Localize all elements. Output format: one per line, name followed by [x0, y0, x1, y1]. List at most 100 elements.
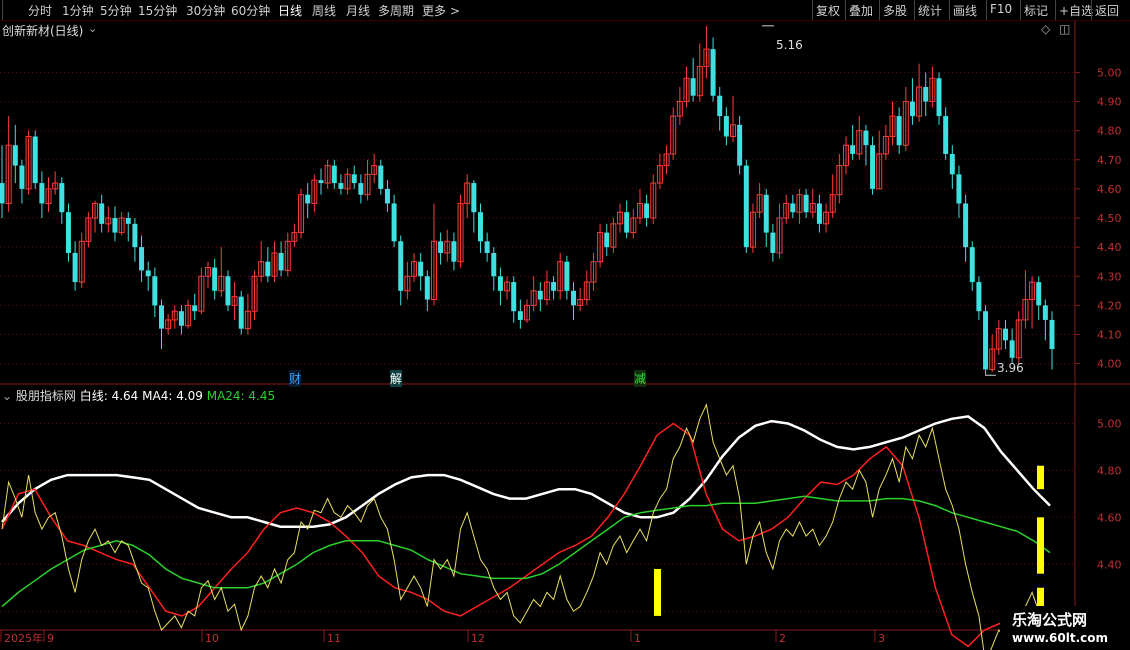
- close-price-line: [1, 403, 1053, 650]
- candle-body: [192, 305, 198, 312]
- indicator-tick-label: 4.40: [1097, 558, 1122, 571]
- chevron-down-icon[interactable]: ⌄: [88, 22, 97, 35]
- price-tick-label: 4.60: [1097, 183, 1122, 196]
- period-tab-3[interactable]: 15分钟: [138, 2, 177, 19]
- candle-body: [491, 252, 497, 277]
- candle-body: [909, 101, 915, 117]
- toolbar-action-3[interactable]: 统计: [918, 2, 942, 19]
- candle-body: [32, 136, 38, 184]
- watermark-logo: 乐淘公式网 www.60lt.com: [1000, 606, 1130, 650]
- candle-body: [125, 218, 131, 224]
- candle-body: [497, 276, 503, 291]
- candle-body: [870, 145, 876, 189]
- candle-body: [484, 241, 490, 253]
- panel-toggle-icon[interactable]: ◫: [1059, 22, 1070, 36]
- candle-body: [963, 203, 969, 248]
- period-tab-2[interactable]: 5分钟: [100, 2, 132, 19]
- high-price-label: 5.16: [776, 38, 803, 52]
- chart-canvas[interactable]: 5.00 4.90 4.80 4.70 4.60 4.50 4.40 4.30 4.20 4.10…: [0, 0, 1130, 650]
- period-tab-4[interactable]: 30分钟: [186, 2, 225, 19]
- candle-body: [65, 212, 71, 253]
- period-tab-0[interactable]: 分时: [28, 2, 52, 19]
- candle-body: [763, 194, 769, 233]
- toolbar-action-8[interactable]: 返回: [1095, 2, 1119, 19]
- candle-body: [571, 290, 577, 306]
- toolbar-action-0[interactable]: 复权: [816, 2, 840, 19]
- candle-body: [983, 311, 989, 370]
- stock-title[interactable]: 创新新材(日线): [2, 22, 83, 39]
- candle-body: [923, 86, 929, 102]
- toolbar-action-2[interactable]: 多股: [883, 2, 907, 19]
- x-axis-label: 1: [634, 632, 641, 645]
- period-tab-10[interactable]: 更多 >: [422, 2, 460, 19]
- candle-body: [976, 282, 982, 312]
- price-tick-label: 4.70: [1097, 154, 1122, 167]
- candle-body: [803, 194, 809, 213]
- watermark-title: 乐淘公式网: [1012, 611, 1088, 629]
- candle-body: [1009, 340, 1015, 358]
- candle-body: [1049, 319, 1055, 350]
- candle-body: [39, 183, 45, 204]
- candle-body: [398, 241, 404, 291]
- period-tab-6[interactable]: 日线: [278, 2, 302, 19]
- toolbar-action-7[interactable]: +自选: [1059, 2, 1093, 19]
- candle-body: [717, 95, 723, 117]
- price-tick-label: 4.30: [1097, 270, 1122, 283]
- indicator-values: 白线: 4.64 MA4: 4.09 MA24: 4.45: [80, 389, 275, 403]
- candle-body: [896, 116, 902, 146]
- candle-body: [358, 183, 364, 195]
- candle-body: [305, 194, 311, 204]
- indicator-value-1: MA4: 4.09: [142, 389, 207, 403]
- price-tick-label: 5.00: [1097, 66, 1122, 79]
- candle-body: [178, 311, 184, 326]
- period-tab-9[interactable]: 多周期: [378, 2, 414, 19]
- candle-body: [1042, 305, 1048, 320]
- period-tab-8[interactable]: 月线: [346, 2, 370, 19]
- period-tab-1[interactable]: 1分钟: [62, 2, 94, 19]
- signal-bar: [1037, 517, 1044, 574]
- signal-bar: [1037, 465, 1044, 490]
- watermark-url: www.60lt.com: [1012, 631, 1109, 645]
- candle-body: [936, 78, 942, 117]
- candle-body: [850, 145, 856, 154]
- diamond-icon[interactable]: ◇: [1041, 22, 1050, 36]
- candle-body: [331, 165, 337, 184]
- candle-body: [690, 78, 696, 96]
- candle-body: [351, 174, 357, 184]
- candle-body: [158, 305, 164, 329]
- x-axis-label: 10: [205, 632, 219, 645]
- indicator-chevron-icon[interactable]: ⌄: [2, 389, 12, 403]
- candle-body: [863, 130, 869, 146]
- candle-body: [743, 165, 749, 248]
- event-marker-unlock[interactable]: 解: [390, 370, 403, 387]
- toolbar-action-4[interactable]: 画线: [953, 2, 977, 19]
- x-axis-label: 2: [779, 632, 786, 645]
- candle-body: [551, 282, 557, 291]
- indicator-name[interactable]: 股朋指标网: [16, 389, 76, 403]
- toolbar-action-5[interactable]: F10: [990, 2, 1012, 16]
- candle-body: [710, 49, 716, 96]
- series-MA24: [1, 495, 1051, 608]
- price-tick-label: 4.10: [1097, 328, 1122, 341]
- candle-body: [564, 261, 570, 291]
- candle-body: [418, 261, 424, 277]
- period-tab-7[interactable]: 周线: [312, 2, 336, 19]
- candle-body: [12, 145, 18, 166]
- event-marker-finance[interactable]: 财: [289, 370, 302, 387]
- candle-body: [424, 276, 430, 300]
- candle-body: [318, 180, 324, 184]
- event-marker-reduce[interactable]: 减: [634, 370, 647, 387]
- toolbar-action-1[interactable]: 叠加: [849, 2, 873, 19]
- candle-body: [338, 183, 344, 189]
- candle-body: [737, 124, 743, 166]
- candle-body: [225, 276, 231, 306]
- candle-body: [378, 165, 384, 189]
- price-tick-label: 4.20: [1097, 299, 1122, 312]
- candle-body: [723, 116, 729, 137]
- candle-body: [949, 153, 955, 175]
- indicator-tick-label: 4.80: [1097, 464, 1122, 477]
- toolbar-action-6[interactable]: 标记: [1024, 2, 1048, 19]
- signal-bar: [1037, 587, 1044, 607]
- candle-body: [132, 223, 138, 248]
- period-tab-5[interactable]: 60分钟: [231, 2, 270, 19]
